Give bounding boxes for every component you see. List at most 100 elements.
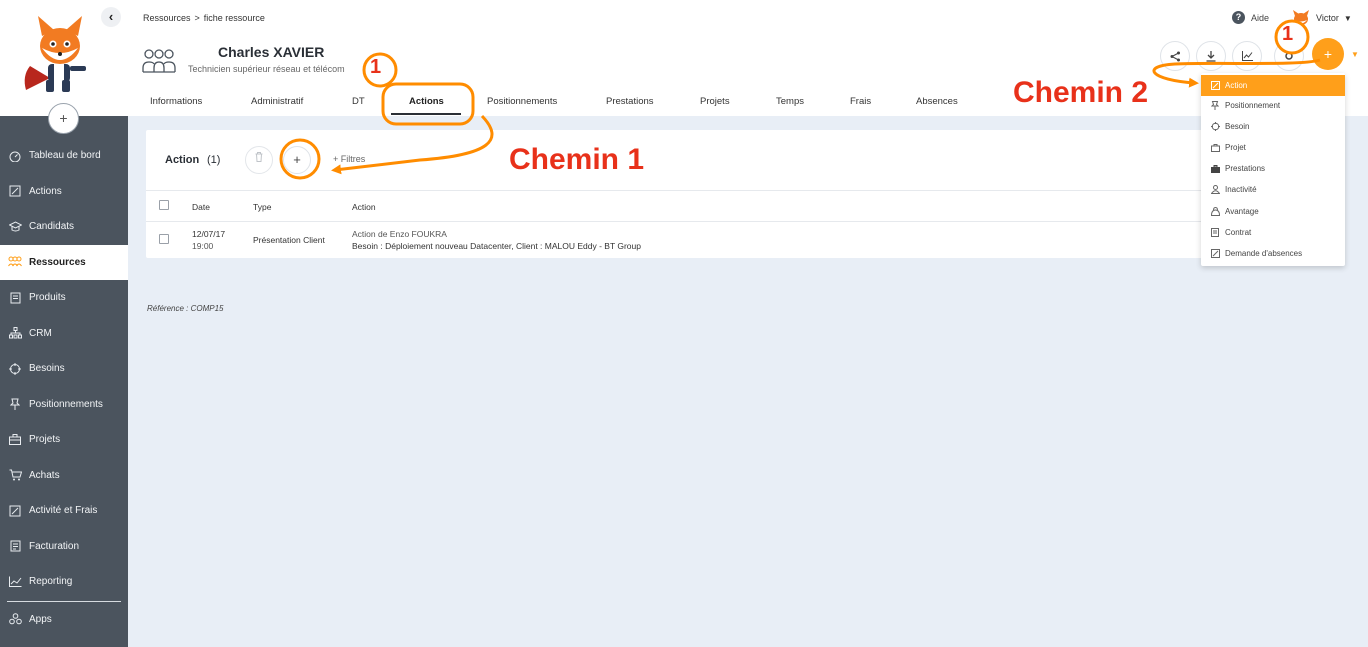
- breadcrumb-separator: >: [194, 13, 200, 23]
- sidebar-add-button[interactable]: +: [48, 103, 79, 134]
- sidebar-item-label: Facturation: [29, 540, 80, 552]
- delete-button[interactable]: [245, 146, 273, 174]
- sidebar-item-label: Ressources: [29, 256, 86, 268]
- sidebar-item-label: CRM: [29, 327, 52, 339]
- sidebar-item-besoins[interactable]: Besoins: [0, 351, 128, 387]
- tab-actions[interactable]: Actions: [409, 96, 444, 107]
- dashboard-icon: [8, 149, 22, 163]
- column-header-type[interactable]: Type: [253, 202, 271, 212]
- invoice-icon: [8, 539, 22, 553]
- chemin-1-label: Chemin 1: [509, 143, 645, 176]
- column-header-date[interactable]: Date: [192, 202, 210, 212]
- target-icon: [8, 362, 22, 376]
- menu-item-contrat[interactable]: Contrat: [1201, 222, 1345, 243]
- column-header-action[interactable]: Action: [352, 202, 376, 212]
- sidebar-item-activite-et-frais[interactable]: Activité et Frais: [0, 493, 128, 529]
- select-all-checkbox[interactable]: [159, 200, 169, 210]
- row-action-detail: Besoin : Déploiement nouveau Datacenter,…: [352, 241, 641, 251]
- tab-temps[interactable]: Temps: [776, 96, 804, 107]
- fox-avatar-icon: [1293, 10, 1309, 25]
- menu-item-label: Demande d'absences: [1225, 249, 1303, 258]
- sidebar-item-reporting[interactable]: Reporting: [0, 564, 128, 600]
- menu-item-action[interactable]: Action: [1201, 75, 1345, 96]
- sidebar-item-label: Produits: [29, 292, 66, 304]
- graduation-cap-icon: [8, 220, 22, 234]
- quick-add-button[interactable]: +: [1312, 38, 1344, 70]
- sidebar-item-label: Activité et Frais: [29, 505, 98, 517]
- org-chart-icon: [8, 326, 22, 340]
- sidebar-item-projets[interactable]: Projets: [0, 422, 128, 458]
- share-button[interactable]: [1160, 41, 1190, 71]
- breadcrumb-link-ressources[interactable]: Ressources: [143, 13, 191, 23]
- tab-informations[interactable]: Informations: [150, 96, 202, 107]
- step-number-label: 1: [370, 56, 382, 78]
- sidebar-logo-area: ‹: [0, 0, 128, 116]
- sidebar-item-produits[interactable]: Produits: [0, 280, 128, 316]
- sidebar-item-actions[interactable]: Actions: [0, 174, 128, 210]
- table-divider: [146, 221, 1206, 222]
- briefcase-icon: [8, 433, 22, 447]
- tabs-bar: Informations Administratif DT Actions Po…: [128, 92, 1368, 116]
- resource-name: Charles XAVIER: [218, 44, 325, 60]
- menu-item-avantage[interactable]: Avantage: [1201, 201, 1345, 222]
- tab-administratif[interactable]: Administratif: [251, 96, 303, 107]
- sidebar: ‹ + Tableau de bord Actions Candidats Re…: [0, 0, 128, 647]
- sidebar-item-ressources[interactable]: Ressources: [0, 244, 128, 280]
- chevron-left-icon: ‹: [108, 9, 114, 24]
- menu-item-label: Inactivité: [1225, 185, 1257, 194]
- pin-icon: [8, 397, 22, 411]
- sidebar-item-achats[interactable]: Achats: [0, 458, 128, 494]
- resource-header: Ressources > fiche ressource Charles XAVIE…: [128, 0, 1368, 116]
- menu-item-prestations[interactable]: Prestations: [1201, 158, 1345, 179]
- document-icon: [8, 291, 22, 305]
- row-checkbox[interactable]: [159, 234, 169, 244]
- sidebar-item-crm[interactable]: CRM: [0, 316, 128, 352]
- collapse-sidebar-button[interactable]: ‹: [101, 7, 121, 27]
- row-date: 12/07/17: [192, 229, 226, 239]
- people-icon: [142, 49, 176, 73]
- cart-icon: [8, 468, 22, 482]
- share-icon: [1170, 51, 1180, 61]
- menu-item-label: Action: [1225, 81, 1248, 90]
- filters-link[interactable]: + Filtres: [333, 154, 365, 164]
- sidebar-item-label: Candidats: [29, 221, 75, 233]
- sidebar-item-tableau-de-bord[interactable]: Tableau de bord: [0, 138, 128, 174]
- row-action-title[interactable]: Action de Enzo FOUKRA: [352, 229, 447, 239]
- menu-item-demande-absences[interactable]: Demande d'absences: [1201, 243, 1345, 264]
- menu-item-inactivite[interactable]: Inactivité: [1201, 179, 1345, 200]
- sidebar-item-candidats[interactable]: Candidats: [0, 209, 128, 245]
- help-link[interactable]: ? Aide: [1232, 11, 1269, 24]
- edit-icon: [1210, 249, 1220, 259]
- add-action-button[interactable]: +: [283, 146, 311, 174]
- sidebar-item-positionnements[interactable]: Positionnements: [0, 387, 128, 423]
- menu-item-projet[interactable]: Projet: [1201, 137, 1345, 158]
- tab-absences[interactable]: Absences: [916, 96, 958, 107]
- download-button[interactable]: [1196, 41, 1226, 71]
- actions-card: Action (1) + + Filtres Date Type Action …: [146, 130, 1206, 258]
- sidebar-item-label: Achats: [29, 469, 60, 481]
- quick-add-menu: Action Positionnement Besoin Projet Pres…: [1201, 73, 1345, 266]
- sidebar-item-apps[interactable]: Apps: [0, 602, 128, 638]
- menu-item-positionnement[interactable]: Positionnement: [1201, 95, 1345, 116]
- stats-button[interactable]: [1232, 41, 1262, 71]
- caret-down-icon[interactable]: ▼: [1351, 50, 1359, 59]
- menu-item-besoin[interactable]: Besoin: [1201, 116, 1345, 137]
- edit-icon: [8, 504, 22, 518]
- tab-dt[interactable]: DT: [352, 96, 365, 107]
- active-tab-indicator: [391, 113, 461, 115]
- chart-icon: [1241, 51, 1253, 61]
- case-icon: [1210, 164, 1220, 174]
- gift-icon: [1210, 207, 1220, 217]
- user-menu[interactable]: Victor ▼: [1292, 10, 1352, 26]
- tab-projets[interactable]: Projets: [700, 96, 730, 107]
- menu-item-label: Projet: [1225, 143, 1246, 152]
- tab-positionnements[interactable]: Positionnements: [487, 96, 557, 107]
- caret-down-icon: ▼: [1343, 13, 1352, 23]
- row-type: Présentation Client: [253, 235, 325, 245]
- tab-prestations[interactable]: Prestations: [606, 96, 654, 107]
- card-title: Action: [165, 154, 200, 166]
- tab-frais[interactable]: Frais: [850, 96, 871, 107]
- sidebar-item-facturation[interactable]: Facturation: [0, 529, 128, 565]
- sidebar-item-label: Besoins: [29, 363, 65, 375]
- help-label: Aide: [1251, 12, 1270, 23]
